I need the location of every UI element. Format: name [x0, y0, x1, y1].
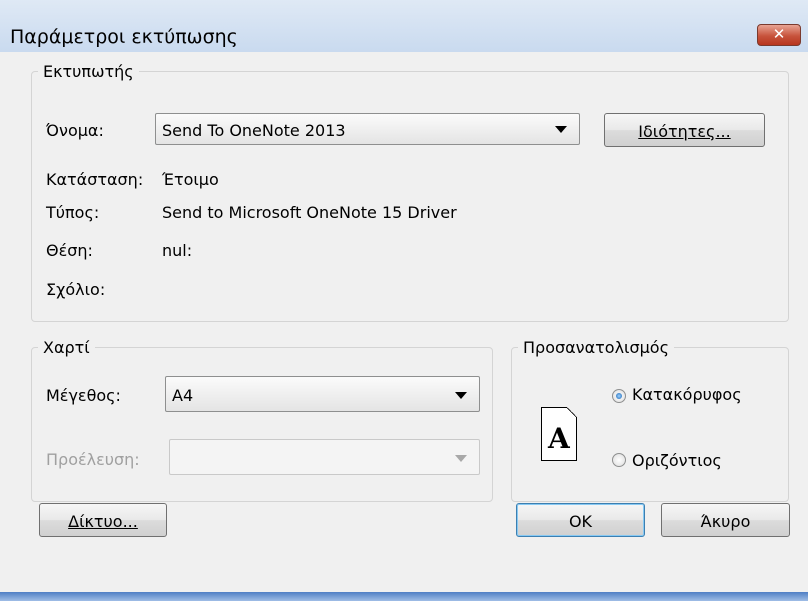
- network-button-label: Δίκτυο...: [68, 512, 138, 531]
- printer-group-label: Εκτυπωτής: [43, 62, 134, 81]
- radio-selected-dot: [616, 393, 622, 399]
- paper-group: Χαρτί: [31, 338, 493, 502]
- status-label: Κατάσταση:: [46, 170, 144, 189]
- printer-name-select[interactable]: Send To OneNote 2013: [155, 113, 580, 145]
- page-corner: [567, 407, 577, 417]
- window-bottom-border: [0, 592, 808, 601]
- page-orientation-icon: A: [541, 407, 577, 461]
- orientation-group-label: Προσανατολισμός: [523, 338, 669, 357]
- portrait-radio[interactable]: [612, 389, 626, 403]
- where-label: Θέση:: [46, 241, 93, 260]
- printer-name-label: Όνομα:: [46, 121, 104, 140]
- portrait-label[interactable]: Κατακόρυφος: [632, 385, 742, 404]
- paper-source-label: Προέλευση:: [46, 450, 140, 469]
- type-label: Τύπος:: [46, 203, 100, 222]
- ok-button-label: OK: [568, 512, 593, 531]
- chevron-down-icon: [455, 455, 467, 462]
- cancel-button-label: Άκυρο: [700, 512, 751, 531]
- paper-size-label: Μέγεθος:: [46, 386, 121, 405]
- where-value: nul:: [162, 241, 193, 260]
- paper-source-select[interactable]: [169, 439, 480, 475]
- landscape-radio[interactable]: [612, 453, 626, 467]
- close-button[interactable]: ✕: [757, 24, 801, 46]
- network-button[interactable]: Δίκτυο...: [39, 503, 167, 537]
- printer-group: Εκτυπωτής: [31, 62, 789, 322]
- comment-label: Σχόλιο:: [46, 280, 106, 299]
- title-bar[interactable]: Παράμετροι εκτύπωσης ✕: [0, 0, 808, 52]
- paper-size-value: A4: [172, 386, 194, 405]
- printer-properties-button[interactable]: Ιδιότητες...: [604, 113, 765, 147]
- page-letter: A: [548, 422, 570, 455]
- close-icon: ✕: [772, 25, 786, 43]
- chevron-down-icon: [555, 126, 567, 133]
- type-value: Send to Microsoft OneNote 15 Driver: [162, 203, 457, 222]
- properties-button-label: Ιδιότητες...: [638, 122, 731, 141]
- landscape-label[interactable]: Οριζόντιος: [632, 451, 722, 470]
- paper-group-label: Χαρτί: [43, 338, 90, 357]
- cancel-button[interactable]: Άκυρο: [661, 503, 790, 537]
- ok-button[interactable]: OK: [516, 503, 645, 537]
- print-setup-dialog: Παράμετροι εκτύπωσης ✕ Εκτυπωτής Όνομα: …: [0, 0, 808, 601]
- printer-name-value: Send To OneNote 2013: [162, 121, 346, 140]
- chevron-down-icon: [455, 392, 467, 399]
- window-title: Παράμετροι εκτύπωσης: [10, 26, 238, 48]
- status-value: Έτοιμο: [162, 170, 219, 189]
- paper-size-select[interactable]: A4: [165, 376, 480, 412]
